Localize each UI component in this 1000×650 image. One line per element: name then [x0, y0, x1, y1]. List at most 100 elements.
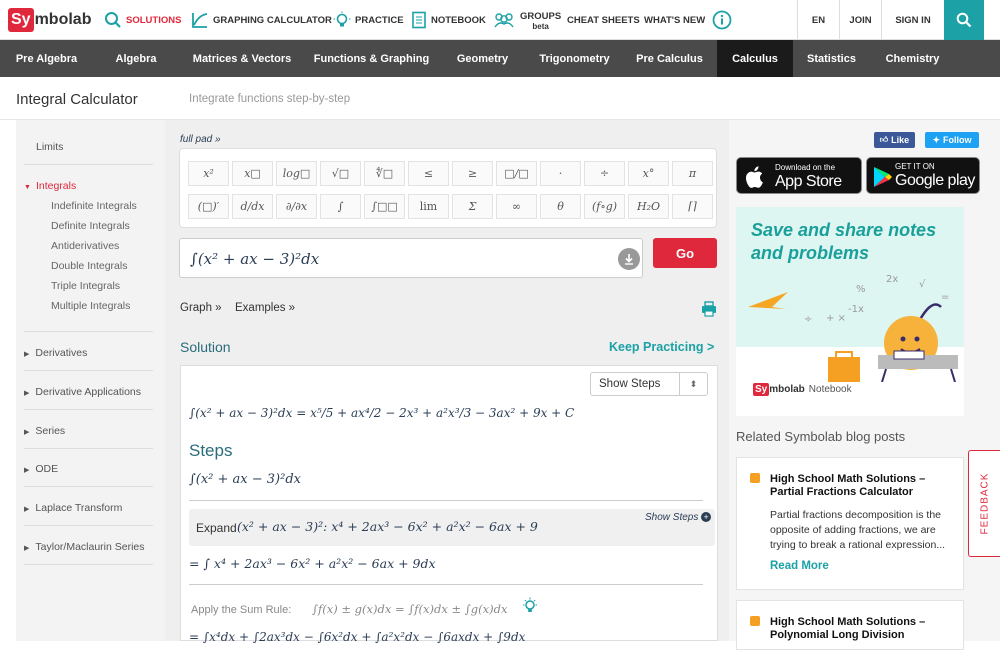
graph-link[interactable]: Graph » [180, 302, 222, 314]
sidebar-item-taylor-maclaurin[interactable]: ▶ Taylor/Maclaurin Series [24, 541, 161, 553]
key-greater-equal[interactable]: ≥ [452, 161, 493, 186]
go-button[interactable]: Go [653, 238, 717, 268]
examples-link[interactable]: Examples » [235, 302, 295, 314]
symbolab-logo[interactable]: Sy mbolab [8, 7, 92, 33]
sidebar-item-laplace-transform[interactable]: ▶ Laplace Transform [24, 502, 161, 514]
nav-notebook[interactable]: NOTEBOOK [411, 0, 486, 40]
nav-graphing-calculator[interactable]: GRAPHING CALCULATOR [191, 0, 332, 40]
svg-text:-1x: -1x [848, 304, 864, 315]
category-algebra[interactable]: Algebra [93, 40, 179, 77]
category-statistics[interactable]: Statistics [793, 40, 870, 77]
sign-in-button[interactable]: SIGN IN [881, 0, 944, 40]
show-steps-dropdown[interactable]: Show Steps ⬍ [590, 372, 708, 396]
google-play-badge[interactable]: GET IT ON Google play [866, 157, 980, 194]
caret-right-icon: ▶ [24, 390, 30, 397]
promo-logo-mark: Sy [753, 383, 770, 396]
key-degree[interactable]: x° [628, 161, 669, 186]
language-label: EN [811, 14, 826, 26]
sidebar-item-series[interactable]: ▶ Series [24, 425, 161, 437]
blog-post-title[interactable]: High School Math Solutions – Partial Fra… [770, 473, 950, 499]
notebook-promo-card[interactable]: Save and share notes and problems % 2x -… [736, 207, 964, 416]
nav-whats-new[interactable]: WHAT'S NEW [644, 0, 705, 40]
final-answer: ∫(x² + ax − 3)²dx = x⁵/5 + ax⁴/2 − 2x³ +… [189, 406, 574, 420]
blog-post-card[interactable]: High School Math Solutions – Polynomial … [736, 600, 964, 650]
category-functions-graphing[interactable]: Functions & Graphing [305, 40, 438, 77]
nav-solutions[interactable]: SOLUTIONS [104, 0, 181, 40]
key-divide[interactable]: ÷ [584, 161, 625, 186]
key-theta[interactable]: θ [540, 194, 581, 219]
key-less-equal[interactable]: ≤ [408, 161, 449, 186]
twitter-follow-button[interactable]: ✦ Follow [925, 132, 979, 148]
nav-cheat-sheets[interactable]: CHEAT SHEETS [567, 0, 640, 40]
svg-text:=: = [941, 292, 949, 303]
sum-rule-expression: ∫f(x) ± g(x)dx = ∫f(x)dx ± ∫g(x)dx [312, 602, 508, 616]
join-button[interactable]: JOIN [839, 0, 881, 40]
key-fraction[interactable]: □/□ [496, 161, 537, 186]
math-input[interactable]: ∫(x² + ax − 3)²dx [179, 238, 643, 278]
category-trigonometry[interactable]: Trigonometry [527, 40, 622, 77]
show-steps-link[interactable]: Show Steps + [645, 512, 712, 523]
feedback-tab[interactable]: FEEDBACK [968, 450, 1000, 557]
groups-icon [494, 13, 514, 28]
key-x-power[interactable]: x□ [232, 161, 273, 186]
key-x-squared[interactable]: x² [188, 161, 229, 186]
read-more-link[interactable]: Read More [770, 560, 829, 572]
category-matrices-vectors[interactable]: Matrices & Vectors [179, 40, 305, 77]
sidebar-item-derivatives[interactable]: ▶ Derivatives [24, 347, 161, 359]
key-matrix[interactable]: ⌈⌉ [672, 194, 713, 219]
category-chemistry[interactable]: Chemistry [870, 40, 955, 77]
search-button[interactable] [944, 0, 984, 40]
key-log[interactable]: log□ [276, 161, 317, 186]
sidebar-divider [24, 525, 153, 526]
category-pre-calculus[interactable]: Pre Calculus [622, 40, 717, 77]
bulb-icon[interactable] [521, 597, 539, 620]
category-geometry[interactable]: Geometry [438, 40, 527, 77]
google-play-bottom-text: Google play [895, 172, 975, 189]
key-integral[interactable]: ∫ [320, 194, 361, 219]
twitter-bird-icon: ✦ [932, 134, 941, 145]
nav-groups[interactable]: GROUPS beta [492, 0, 561, 40]
category-calculus[interactable]: Calculus [717, 40, 793, 77]
keep-practicing-link[interactable]: Keep Practicing > [609, 340, 714, 354]
category-bar: Pre Algebra Algebra Matrices & Vectors F… [0, 40, 1000, 77]
expand-step-row[interactable]: Expand (x² + ax − 3)²: x⁴ + 2ax³ − 6x² +… [189, 509, 715, 546]
caret-right-icon: ▶ [24, 506, 30, 513]
print-icon[interactable] [701, 301, 717, 322]
key-sum[interactable]: Σ [452, 194, 493, 219]
blog-post-title[interactable]: High School Math Solutions – Polynomial … [770, 616, 950, 642]
category-pre-algebra[interactable]: Pre Algebra [0, 40, 93, 77]
key-chemistry[interactable]: H₂O [628, 194, 669, 219]
key-definite-integral[interactable]: ∫□□ [364, 194, 405, 219]
thumbs-up-icon: 👍︎ [879, 135, 889, 144]
full-pad-link[interactable]: full pad » [180, 134, 221, 145]
key-limit[interactable]: lim [408, 194, 449, 219]
sidebar-item-derivative-applications[interactable]: ▶ Derivative Applications [24, 386, 161, 398]
download-icon[interactable] [618, 248, 640, 270]
language-button[interactable]: EN [797, 0, 839, 40]
app-store-badge[interactable]: Download on the App Store [736, 157, 862, 194]
sidebar-item-limits[interactable]: Limits [36, 141, 173, 153]
join-label: JOIN [849, 14, 872, 26]
key-nth-root[interactable]: ∜□ [364, 161, 405, 186]
logo-mark: Sy [8, 8, 34, 32]
sidebar-item-integrals[interactable]: ▼ Integrals [24, 180, 161, 192]
key-composition[interactable]: (f∘g) [584, 194, 625, 219]
key-dot[interactable]: · [540, 161, 581, 186]
blog-post-card[interactable]: High School Math Solutions – Partial Fra… [736, 457, 964, 590]
nav-graphing-label: GRAPHING CALCULATOR [213, 14, 332, 26]
info-icon[interactable] [712, 10, 732, 35]
key-prime[interactable]: (□)′ [188, 194, 229, 219]
logo-text: mbolab [34, 11, 92, 28]
key-derivative[interactable]: d/dx [232, 194, 273, 219]
nav-practice[interactable]: PRACTICE [333, 0, 404, 40]
math-input-expression: ∫(x² + ax − 3)²dx [190, 250, 320, 268]
promo-title: Save and share notes and problems [751, 220, 937, 263]
promo-logo-text: mbolab [769, 384, 805, 395]
promo-brand: Sy mbolab Notebook [753, 383, 852, 396]
key-sqrt[interactable]: √□ [320, 161, 361, 186]
key-partial[interactable]: ∂/∂x [276, 194, 317, 219]
sidebar-item-ode[interactable]: ▶ ODE [24, 463, 161, 475]
key-infinity[interactable]: ∞ [496, 194, 537, 219]
key-pi[interactable]: π [672, 161, 713, 186]
facebook-like-button[interactable]: 👍︎ Like [874, 132, 915, 148]
